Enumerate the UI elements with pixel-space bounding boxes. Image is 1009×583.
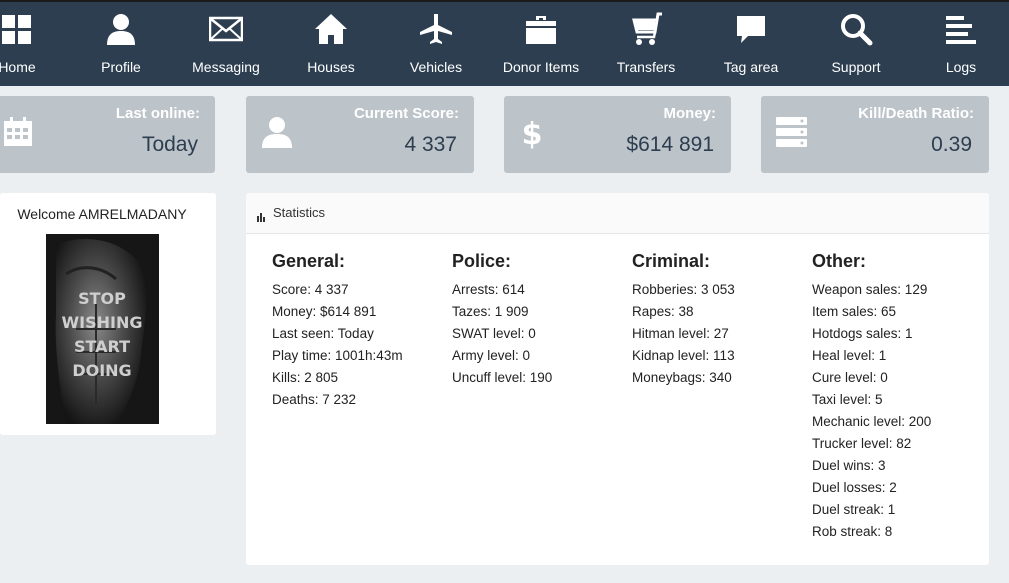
- nav-houses[interactable]: Houses: [276, 2, 386, 88]
- avatar: STOP WISHING START DOING: [46, 234, 159, 424]
- nav-label: Houses: [307, 59, 355, 75]
- stat-row: Mechanic level: 200: [812, 414, 932, 429]
- card-value: 4 337: [404, 133, 457, 156]
- stat-row: Kills: 2 805: [272, 370, 339, 385]
- nav-tag-area[interactable]: Tag area: [696, 2, 806, 88]
- poster-text: WISHING: [62, 313, 143, 332]
- stat-row: Item sales: 65: [812, 304, 897, 319]
- nav-home[interactable]: Home: [0, 2, 72, 88]
- stat-row: Tazes: 1 909: [452, 304, 529, 319]
- stats-column-criminal: Criminal: Robberies: 3 053 Rapes: 38 Hit…: [632, 249, 802, 389]
- stat-row: SWAT level: 0: [452, 326, 536, 341]
- stat-row: Moneybags: 340: [632, 370, 732, 385]
- statistics-header: Statistics: [246, 193, 989, 234]
- stat-row: Robberies: 3 053: [632, 282, 735, 297]
- stat-row: Kidnap level: 113: [632, 348, 735, 363]
- stat-row: Hitman level: 27: [632, 326, 729, 341]
- top-navigation: Home Profile Messaging Houses Vehicles D…: [0, 0, 1009, 86]
- stats-column-police: Police: Arrests: 614 Tazes: 1 909 SWAT l…: [452, 249, 622, 389]
- stat-row: Army level: 0: [452, 348, 531, 363]
- stat-row: Weapon sales: 129: [812, 282, 928, 297]
- cart-icon: [629, 12, 663, 46]
- nav-label: Support: [831, 59, 881, 75]
- nav-label: Donor Items: [502, 59, 580, 75]
- column-heading: Police:: [452, 251, 512, 271]
- stat-row: Uncuff level: 190: [452, 370, 553, 385]
- stat-row: Cure level: 0: [812, 370, 888, 385]
- column-heading: Criminal:: [632, 251, 711, 271]
- svg-text:$: $: [522, 117, 543, 150]
- stat-row: Rob streak: 8: [812, 524, 893, 539]
- welcome-panel: Welcome AMRELMADANY STOP WISHING START D…: [0, 193, 216, 435]
- search-icon: [839, 12, 873, 46]
- nav-profile[interactable]: Profile: [66, 2, 176, 88]
- card-current-score: Current Score: 4 337: [246, 96, 474, 173]
- poster-text: STOP: [78, 289, 126, 308]
- calendar-icon: [2, 114, 38, 150]
- card-value: $614 891: [626, 133, 714, 156]
- stat-row: Duel losses: 2: [812, 480, 897, 495]
- card-title: Money:: [663, 105, 717, 122]
- stats-column-other: Other: Weapon sales: 129 Item sales: 65 …: [812, 249, 982, 543]
- nav-donor-items[interactable]: Donor Items: [486, 2, 596, 88]
- stat-row: Money: $614 891: [272, 304, 377, 319]
- stat-row: Deaths: 7 232: [272, 392, 357, 407]
- card-kill-death-ratio: Kill/Death Ratio: 0.39: [761, 96, 989, 173]
- nav-messaging[interactable]: Messaging: [171, 2, 281, 88]
- nav-label: Messaging: [192, 59, 260, 75]
- welcome-title: Welcome AMRELMADANY: [17, 206, 187, 222]
- nav-support[interactable]: Support: [801, 2, 911, 88]
- nav-label: Tag area: [723, 59, 779, 75]
- user-icon: [259, 114, 295, 150]
- house-icon: [314, 12, 348, 46]
- stats-column-general: General: Score: 4 337 Money: $614 891 La…: [272, 249, 442, 411]
- nav-vehicles[interactable]: Vehicles: [381, 2, 491, 88]
- card-money: $ Money: $614 891: [504, 96, 731, 173]
- card-title: Kill/Death Ratio:: [858, 105, 974, 122]
- stat-row: Rapes: 38: [632, 304, 694, 319]
- stat-row: Taxi level: 5: [812, 392, 883, 407]
- stat-row: Duel streak: 1: [812, 502, 896, 517]
- card-title: Current Score:: [353, 105, 459, 122]
- column-heading: Other:: [812, 251, 866, 271]
- nav-logs[interactable]: Logs: [906, 2, 1009, 88]
- dollar-icon: $: [514, 114, 550, 150]
- nav-label: Transfers: [616, 59, 676, 75]
- speech-bubble-icon: [734, 12, 768, 46]
- nav-transfers[interactable]: Transfers: [591, 2, 701, 88]
- stat-row: Arrests: 614: [452, 282, 525, 297]
- stat-row: Trucker level: 82: [812, 436, 912, 451]
- column-heading: General:: [272, 251, 346, 271]
- bar-chart-icon: [257, 209, 267, 222]
- stat-row: Last seen: Today: [272, 326, 374, 341]
- stat-row: Heal level: 1: [812, 348, 887, 363]
- stat-row: Hotdogs sales: 1: [812, 326, 913, 341]
- stat-row: Score: 4 337: [272, 282, 349, 297]
- nav-label: Vehicles: [409, 59, 463, 75]
- poster-text: START: [74, 337, 130, 356]
- statistics-title: Statistics: [273, 205, 326, 220]
- nav-label: Home: [0, 59, 36, 75]
- poster-text: DOING: [72, 361, 131, 380]
- nav-label: Profile: [101, 59, 141, 75]
- card-title: Last online:: [115, 105, 200, 122]
- statistics-panel: Statistics General: Score: 4 337 Money: …: [246, 193, 989, 565]
- envelope-icon: [209, 12, 243, 46]
- card-value: Today: [141, 133, 198, 156]
- plane-icon: [419, 12, 453, 46]
- list-icon: [944, 12, 978, 46]
- nav-label: Logs: [945, 59, 977, 75]
- stat-row: Duel wins: 3: [812, 458, 886, 473]
- card-last-online: Last online: Today: [0, 96, 215, 173]
- server-icon: [775, 114, 811, 150]
- grid-icon: [0, 12, 34, 46]
- stat-row: Play time: 1001h:43m: [272, 348, 403, 363]
- card-value: 0.39: [931, 133, 972, 156]
- briefcase-icon: [524, 12, 558, 46]
- user-icon: [104, 12, 138, 46]
